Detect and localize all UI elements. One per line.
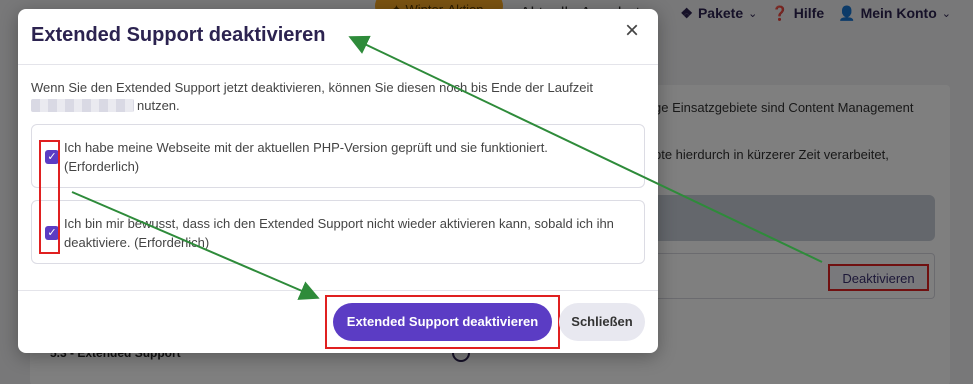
close-button[interactable]: Schließen — [559, 303, 645, 341]
deactivate-support-dialog: Extended Support deaktivieren × Wenn Sie… — [18, 9, 658, 353]
close-icon[interactable]: × — [618, 17, 646, 45]
irreversible-label[interactable]: Ich bin mir bewusst, dass ich den Extend… — [64, 214, 624, 252]
confirmation-option-php: ✓ Ich habe meine Webseite mit der aktuel… — [31, 124, 645, 188]
checkbox-highlight — [39, 140, 60, 254]
php-check-label[interactable]: Ich habe meine Webseite mit der aktuelle… — [64, 138, 624, 176]
dialog-footer: Extended Support deaktivieren Schließen — [18, 291, 658, 353]
dialog-header: Extended Support deaktivieren × — [18, 9, 658, 65]
dialog-body: Wenn Sie den Extended Support jetzt deak… — [18, 65, 658, 291]
confirm-deactivate-button[interactable]: Extended Support deaktivieren — [333, 303, 552, 341]
dialog-title: Extended Support deaktivieren — [31, 24, 326, 46]
intro-text-suffix: nutzen. — [137, 98, 180, 113]
confirmation-option-irreversible: ✓ Ich bin mir bewusst, dass ich den Exte… — [31, 200, 645, 264]
intro-text-main: Wenn Sie den Extended Support jetzt deak… — [31, 80, 594, 95]
intro-text: Wenn Sie den Extended Support jetzt deak… — [31, 79, 631, 115]
redacted-date — [31, 99, 134, 112]
